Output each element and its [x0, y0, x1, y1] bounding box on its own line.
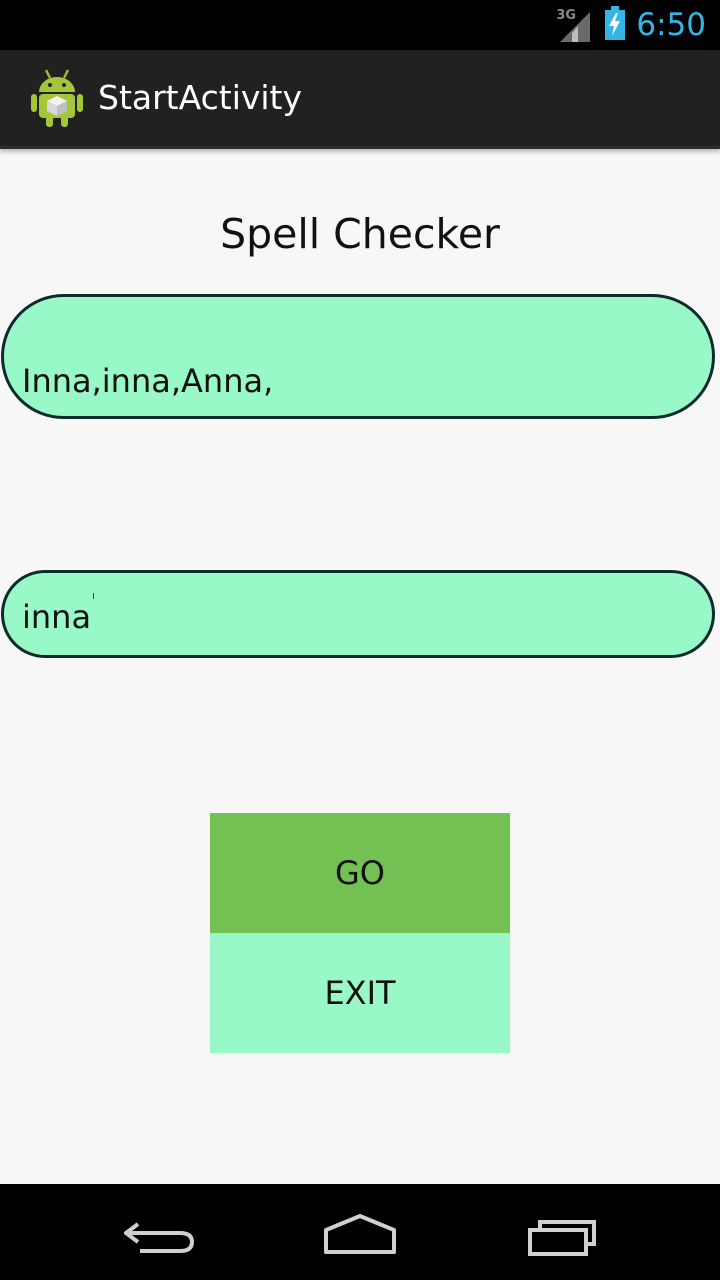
- status-bar: 3G 6:50: [0, 0, 720, 50]
- exit-button[interactable]: EXIT: [210, 933, 510, 1053]
- signal-icon: 3G: [556, 8, 594, 42]
- status-icons: 3G 6:50: [556, 0, 706, 50]
- android-app-icon[interactable]: [30, 68, 84, 128]
- back-icon[interactable]: [110, 1202, 210, 1262]
- go-button[interactable]: GO: [210, 813, 510, 933]
- battery-charging-icon: [604, 6, 626, 44]
- text-cursor: [93, 593, 95, 599]
- word-input-value: inna: [22, 593, 95, 637]
- recent-apps-icon[interactable]: [512, 1202, 612, 1262]
- suggestions-field[interactable]: Inna,inna,Anna,: [1, 294, 715, 419]
- suggestions-text: Inna,inna,Anna,: [22, 362, 274, 400]
- app-screen: 3G 6:50 StartActivity Spell Checker Inna…: [0, 0, 720, 1280]
- page-title: Spell Checker: [220, 210, 500, 258]
- word-input[interactable]: inna: [1, 570, 715, 658]
- action-bar: StartActivity: [0, 50, 720, 149]
- status-clock: 6:50: [636, 7, 706, 43]
- navigation-bar: [0, 1184, 720, 1280]
- app-title: StartActivity: [98, 78, 303, 117]
- home-icon[interactable]: [310, 1202, 410, 1262]
